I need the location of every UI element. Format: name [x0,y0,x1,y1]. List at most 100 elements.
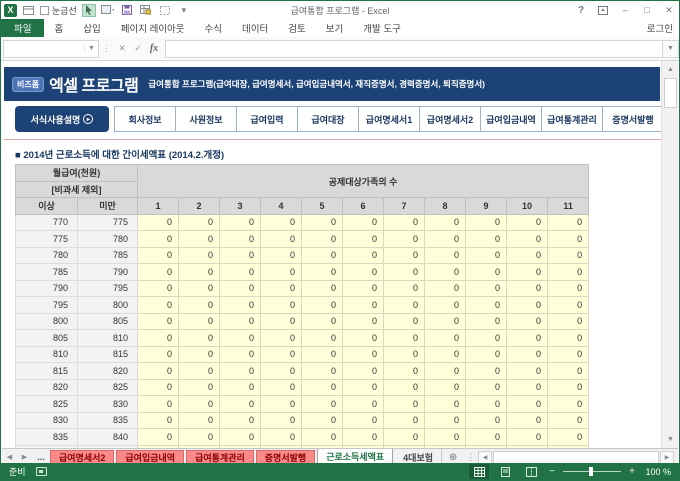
form-window-icon[interactable] [21,4,35,17]
selection-icon[interactable] [158,4,172,17]
close-button[interactable]: ✕ [659,3,679,17]
cell-value[interactable]: 0 [425,363,466,380]
cell-value[interactable]: 0 [343,264,384,281]
cell-value[interactable]: 0 [220,429,261,446]
cell-value[interactable]: 0 [261,231,302,248]
cancel-icon[interactable]: ✕ [114,43,130,54]
cell-value[interactable]: 0 [343,280,384,297]
cell-value[interactable]: 0 [384,264,425,281]
cell-value[interactable]: 0 [507,214,548,231]
cell-value[interactable]: 0 [343,330,384,347]
cell-value[interactable]: 0 [548,396,589,413]
cell-value[interactable]: 0 [384,231,425,248]
qat-customize-icon[interactable]: ▾ [177,4,191,17]
cell-value[interactable]: 0 [261,379,302,396]
cell-value[interactable]: 0 [261,214,302,231]
cell-min[interactable]: 790 [16,280,78,297]
cell-value[interactable]: 0 [302,297,343,314]
cell-min[interactable]: 835 [16,429,78,446]
cell-value[interactable]: 0 [384,280,425,297]
cell-value[interactable]: 0 [302,346,343,363]
ribbon-tab-6[interactable]: 데이터 [232,19,278,37]
enter-icon[interactable]: ✓ [130,43,146,54]
excel-app-icon[interactable]: X [4,4,17,17]
cell-value[interactable]: 0 [384,214,425,231]
cell-value[interactable]: 0 [548,363,589,380]
maximize-button[interactable]: □ [637,3,657,17]
cell-value[interactable]: 0 [220,396,261,413]
cell-value[interactable]: 0 [384,346,425,363]
cell-value[interactable]: 0 [507,396,548,413]
cell-min[interactable]: 815 [16,363,78,380]
nav-button-7[interactable]: 급여입금내역 [480,106,542,132]
cell-value[interactable]: 0 [261,264,302,281]
minimize-button[interactable]: – [615,3,635,17]
scroll-left-icon[interactable]: ◀ [478,451,492,464]
cell-value[interactable]: 0 [425,396,466,413]
cell-value[interactable]: 0 [261,247,302,264]
cell-value[interactable]: 0 [138,313,179,330]
cell-max[interactable]: 840 [78,429,138,446]
cell-value[interactable]: 0 [343,412,384,429]
cell-value[interactable]: 0 [343,297,384,314]
cell-value[interactable]: 0 [425,412,466,429]
normal-view-icon[interactable] [469,464,489,479]
cell-value[interactable]: 0 [302,280,343,297]
cell-value[interactable]: 0 [548,214,589,231]
cell-value[interactable]: 0 [261,313,302,330]
gridline-checkbox[interactable]: 눈금선 [40,4,77,17]
cell-max[interactable]: 815 [78,346,138,363]
sheet-tab-3[interactable]: 급여통계관리 [186,450,254,464]
sheet-tab-1[interactable]: 급여명세서2 [50,450,114,464]
cell-value[interactable]: 0 [425,313,466,330]
cell-value[interactable]: 0 [343,313,384,330]
scroll-down-icon[interactable]: ▼ [663,432,678,447]
cell-value[interactable]: 0 [466,429,507,446]
nav-button-5[interactable]: 급여명세서1 [358,106,420,132]
cell-min[interactable]: 805 [16,330,78,347]
cell-value[interactable]: 0 [220,363,261,380]
zoom-slider[interactable] [563,471,621,472]
cell-value[interactable]: 0 [384,247,425,264]
cell-value[interactable]: 0 [138,214,179,231]
cell-value[interactable]: 0 [302,412,343,429]
ribbon-tab-7[interactable]: 검토 [278,19,315,37]
cell-value[interactable]: 0 [261,363,302,380]
cell-value[interactable]: 0 [138,363,179,380]
cell-value[interactable]: 0 [220,379,261,396]
cell-value[interactable]: 0 [343,396,384,413]
insert-function-icon[interactable]: fx [146,43,162,54]
cell-value[interactable]: 0 [507,297,548,314]
formula-input[interactable] [165,40,662,58]
cell-value[interactable]: 0 [425,429,466,446]
cell-min[interactable]: 770 [16,214,78,231]
family-col-1[interactable]: 1 [138,198,179,215]
cell-max[interactable]: 795 [78,280,138,297]
cell-value[interactable]: 0 [302,313,343,330]
insert-control-icon[interactable] [101,4,115,17]
cell-max[interactable]: 805 [78,313,138,330]
cell-value[interactable]: 0 [466,247,507,264]
cell-value[interactable]: 0 [425,214,466,231]
cell-value[interactable]: 0 [261,412,302,429]
cell-value[interactable]: 0 [138,247,179,264]
cell-value[interactable]: 0 [302,214,343,231]
cell-value[interactable]: 0 [466,363,507,380]
family-header-cell[interactable]: 공제대상가족의 수 [138,165,589,198]
cell-min[interactable]: 780 [16,247,78,264]
cell-value[interactable]: 0 [548,346,589,363]
cell-value[interactable]: 0 [179,346,220,363]
cell-value[interactable]: 0 [138,231,179,248]
cell-value[interactable]: 0 [179,264,220,281]
horizontal-scroll-thumb[interactable] [493,451,659,464]
cell-value[interactable]: 0 [179,297,220,314]
cell-value[interactable]: 0 [507,379,548,396]
horizontal-scrollbar[interactable]: ◀ ▶ [478,451,674,463]
nav-button-6[interactable]: 급여명세서2 [419,106,481,132]
cell-value[interactable]: 0 [179,396,220,413]
cell-value[interactable]: 0 [384,396,425,413]
cell-value[interactable]: 0 [302,247,343,264]
vertical-scroll-thumb[interactable] [664,78,677,108]
cell-value[interactable]: 0 [548,264,589,281]
cell-min[interactable]: 800 [16,313,78,330]
